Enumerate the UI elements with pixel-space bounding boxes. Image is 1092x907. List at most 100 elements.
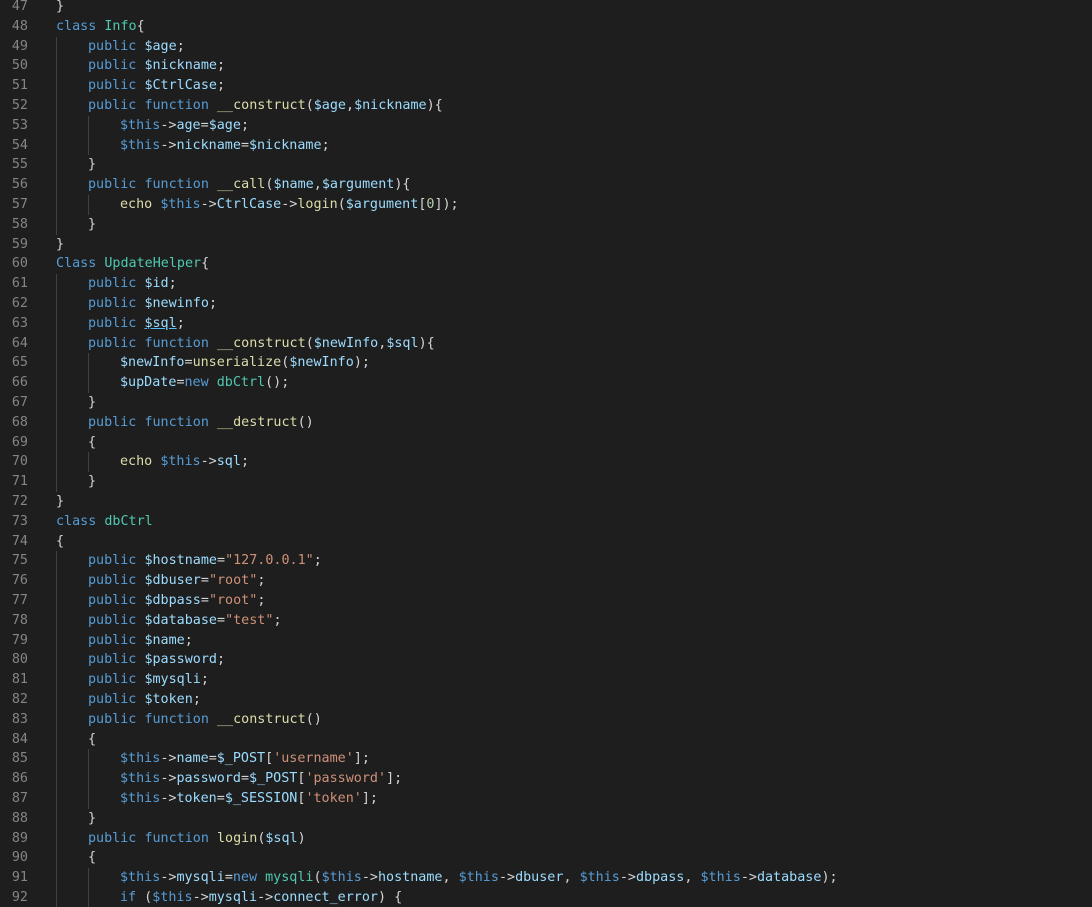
code-line[interactable]: 48 class Info{	[0, 17, 1092, 37]
code-line[interactable]: 89 public function login($sql)	[0, 828, 1092, 849]
line-content[interactable]: public $hostname="127.0.0.1";	[88, 551, 322, 571]
code-line[interactable]: 59}	[0, 235, 1092, 255]
line-content[interactable]: {	[88, 730, 96, 750]
line-number: 90	[11, 850, 28, 866]
line-content[interactable]: $this->nickname=$nickname;	[120, 136, 330, 156]
code-line[interactable]: 61 public $id;	[0, 274, 1092, 294]
line-content[interactable]: {	[56, 532, 64, 552]
line-content[interactable]: public function __destruct()	[88, 413, 314, 433]
code-line[interactable]: 68 public function __destruct()	[0, 412, 1092, 433]
code-line[interactable]: 87 $this->token=$_SESSION['token'];	[0, 789, 1092, 809]
line-content[interactable]: }	[88, 472, 96, 492]
line-content[interactable]: public $CtrlCase;	[88, 76, 225, 96]
line-content[interactable]: public function login($sql)	[88, 829, 306, 849]
code-line[interactable]: 57 echo $this->CtrlCase->login($argument[…	[0, 195, 1092, 215]
code-line[interactable]: 91 $this->mysqli=new mysqli($this->hostna…	[0, 868, 1092, 888]
code-line[interactable]: 67}	[0, 393, 1092, 413]
line-content[interactable]: $this->name=$_POST['username'];	[120, 749, 370, 769]
code-line[interactable]: 49 public $age;	[0, 36, 1092, 57]
code-token: age	[176, 117, 201, 133]
code-line[interactable]: 54 $this->nickname=$nickname;	[0, 135, 1092, 156]
line-content[interactable]: if ($this->mysqli->connect_error) {	[120, 888, 402, 907]
code-line[interactable]: 63 public $sql;	[0, 313, 1092, 334]
line-content[interactable]: }	[88, 215, 96, 235]
line-content[interactable]: $this->age=$age;	[120, 116, 249, 136]
line-content[interactable]: }	[56, 492, 64, 512]
line-content[interactable]: public $mysqli;	[88, 670, 209, 690]
line-content[interactable]: $upDate=new dbCtrl();	[120, 373, 289, 393]
line-content[interactable]: {	[88, 433, 96, 453]
line-content[interactable]: class Info{	[56, 17, 145, 37]
line-content[interactable]: public $dbuser="root";	[88, 571, 265, 591]
line-content[interactable]: public function __construct($age,$nickna…	[88, 96, 443, 116]
line-content[interactable]: }	[56, 235, 64, 255]
code-line[interactable]: 74 {	[0, 532, 1092, 552]
line-content[interactable]: $this->token=$_SESSION['token'];	[120, 789, 378, 809]
line-content[interactable]: }	[88, 155, 96, 175]
code-line[interactable]: 84 {	[0, 729, 1092, 750]
code-line[interactable]: 85 $this->name=$_POST['username'];	[0, 749, 1092, 770]
line-content[interactable]: public $dbpass="root";	[88, 591, 265, 611]
code-line[interactable]: 62 public $newinfo;	[0, 294, 1092, 314]
code-line[interactable]: 65 $newInfo=unserialize($newInfo);	[0, 353, 1092, 374]
code-line[interactable]: 81 public $mysqli;	[0, 670, 1092, 690]
code-line[interactable]: 83 public function __construct()	[0, 709, 1092, 730]
code-line[interactable]: 56 public function __call($name,$argument…	[0, 175, 1092, 195]
line-content[interactable]: }	[88, 809, 96, 829]
code-line[interactable]: 80 public $password;	[0, 650, 1092, 671]
code-line[interactable]: 82 public $token;	[0, 690, 1092, 710]
line-content[interactable]: public $age;	[88, 37, 185, 57]
code-line[interactable]: 77 public $dbpass="root";	[0, 591, 1092, 611]
code-line[interactable]: 76 public $dbuser="root";	[0, 571, 1092, 591]
line-content[interactable]: }	[88, 393, 96, 413]
line-number: 80	[11, 652, 28, 668]
line-content[interactable]: }	[56, 0, 64, 17]
code-line[interactable]: 92 if ($this->mysqli->connect_error) {	[0, 888, 1092, 907]
line-content[interactable]: class dbCtrl	[56, 512, 153, 532]
line-content[interactable]: public $name;	[88, 631, 193, 651]
line-content[interactable]: Class UpdateHelper{	[56, 254, 209, 274]
code-line[interactable]: 58}	[0, 214, 1092, 235]
line-content[interactable]: $this->mysqli=new mysqli($this->hostname…	[120, 868, 838, 888]
line-content[interactable]: public $token;	[88, 690, 201, 710]
line-content[interactable]: public $sql;	[88, 314, 185, 334]
code-line[interactable]: 88}	[0, 808, 1092, 829]
code-line[interactable]: 51 public $CtrlCase;	[0, 76, 1092, 96]
line-content[interactable]: public $nickname;	[88, 56, 225, 76]
code-line[interactable]: 79 public $name;	[0, 630, 1092, 651]
code-line[interactable]: 86 $this->password=$_POST['password'];	[0, 769, 1092, 789]
code-line[interactable]: 60 Class UpdateHelper{	[0, 254, 1092, 274]
line-content[interactable]: {	[88, 848, 96, 868]
code-line[interactable]: 64 public function __construct($newInfo,$…	[0, 333, 1092, 354]
code-token: ;	[217, 78, 226, 94]
line-content[interactable]: public function __construct($newInfo,$sq…	[88, 334, 435, 354]
code-line[interactable]: 73 class dbCtrl	[0, 512, 1092, 532]
line-content[interactable]: $newInfo=unserialize($newInfo);	[120, 353, 370, 373]
line-content[interactable]: public $newinfo;	[88, 294, 217, 314]
code-line[interactable]: 70 echo $this->sql;	[0, 452, 1092, 473]
code-line[interactable]: 50 public $nickname;	[0, 56, 1092, 77]
code-token: );	[821, 870, 838, 886]
code-line[interactable]: 55}	[0, 155, 1092, 176]
code-line[interactable]: 71}	[0, 472, 1092, 492]
code-line[interactable]: 66 $upDate=new dbCtrl();	[0, 373, 1092, 393]
code-line[interactable]: 53 $this->age=$age;	[0, 115, 1092, 136]
code-token: (	[337, 197, 346, 212]
code-line[interactable]: 52 public function __construct($age,$nick…	[0, 96, 1092, 116]
code-line[interactable]: 69 {	[0, 432, 1092, 453]
line-content[interactable]: public function __construct()	[88, 710, 322, 730]
line-content[interactable]: public $id;	[88, 274, 177, 294]
code-line[interactable]: 72}	[0, 492, 1092, 512]
line-content[interactable]: echo $this->CtrlCase->login($argument[0]…	[120, 195, 459, 215]
code-line[interactable]: 90 {	[0, 848, 1092, 869]
code-line[interactable]: 47}	[0, 0, 1092, 17]
line-content[interactable]: public $password;	[88, 650, 225, 670]
line-content[interactable]: echo $this->sql;	[120, 452, 249, 472]
code-line[interactable]: 78 public $database="test";	[0, 610, 1092, 631]
line-content[interactable]: public $database="test";	[88, 611, 282, 631]
line-content[interactable]: $this->password=$_POST['password'];	[120, 769, 402, 789]
line-content[interactable]: public function __call($name,$argument){	[88, 175, 411, 195]
code-editor[interactable]: 47} 48 class Info{49 public $age; 50 public $…	[0, 0, 1092, 907]
indent-guide	[56, 432, 57, 453]
code-line[interactable]: 75 public $hostname="127.0.0.1";	[0, 551, 1092, 572]
